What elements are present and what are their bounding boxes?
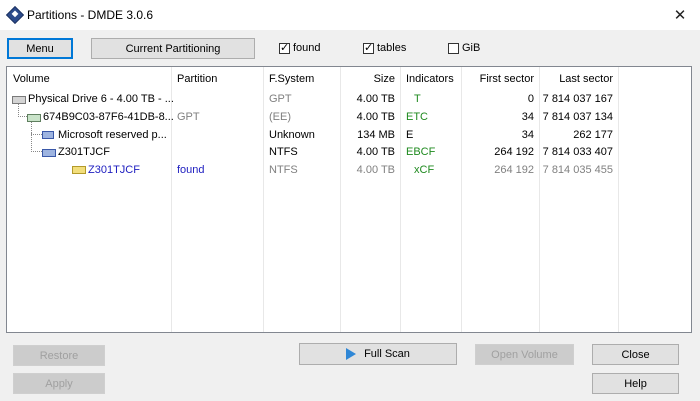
tables-checkbox[interactable]: tables (363, 41, 407, 54)
size-cell: 4.00 TB (356, 146, 395, 158)
menu-button[interactable]: Menu (7, 38, 73, 59)
found-checkbox-box[interactable] (279, 41, 290, 54)
last-sector-cell: 7 814 035 455 (542, 164, 613, 176)
apply-button[interactable]: Apply (13, 373, 105, 394)
drive-icon (12, 96, 26, 104)
unknown-partition-icon (42, 131, 54, 139)
column-divider (171, 67, 172, 332)
column-divider (263, 67, 264, 332)
column-divider (539, 67, 540, 332)
play-icon (346, 348, 357, 360)
fsystem-cell: NTFS (269, 164, 298, 176)
size-cell: 4.00 TB (356, 93, 395, 105)
tables-checkbox-label: tables (377, 42, 407, 54)
fsystem-cell: (EE) (269, 111, 291, 123)
tree-connector (31, 133, 42, 152)
fsystem-cell: NTFS (269, 146, 298, 158)
last-sector-cell: 7 814 037 134 (542, 111, 613, 123)
tables-checkbox-box[interactable] (363, 41, 374, 54)
partition-icon (27, 114, 41, 122)
full-scan-button[interactable]: Full Scan (299, 343, 457, 365)
partition-cell: found (177, 164, 205, 176)
last-sector-cell: 7 814 037 167 (542, 93, 613, 105)
first-sector-cell: 264 192 (494, 164, 534, 176)
indicators-cell: ETC (406, 111, 428, 123)
window-title: Partitions - DMDE 3.0.6 (27, 8, 154, 22)
gib-checkbox-label: GiB (462, 42, 481, 54)
header-first-sector[interactable]: First sector (461, 73, 534, 85)
dmde-app-icon (5, 5, 25, 25)
full-scan-label: Full Scan (364, 348, 410, 360)
header-volume[interactable]: Volume (13, 73, 50, 85)
close-button[interactable]: Close (592, 344, 679, 365)
gib-checkbox[interactable]: GiB (448, 42, 480, 54)
volume-cell: Z301TJCF (88, 164, 140, 176)
window-close-icon[interactable]: ✕ (660, 0, 700, 30)
column-divider (461, 67, 462, 332)
volume-cell: Microsoft reserved p... (58, 129, 167, 141)
open-volume-button[interactable]: Open Volume (475, 344, 574, 365)
header-partition[interactable]: Partition (177, 73, 217, 85)
found-volume-icon (72, 166, 86, 174)
last-sector-cell: 7 814 033 407 (542, 146, 613, 158)
tree-connector (18, 104, 27, 117)
gib-checkbox-box[interactable] (448, 42, 459, 54)
current-partitioning-button[interactable]: Current Partitioning (91, 38, 255, 59)
indicators-cell: E (406, 129, 414, 141)
indicators-cell: T (414, 93, 421, 105)
restore-button[interactable]: Restore (13, 345, 105, 366)
indicators-cell: EBCF (406, 146, 436, 158)
first-sector-cell: 34 (521, 111, 534, 123)
last-sector-cell: 262 177 (573, 129, 613, 141)
first-sector-cell: 264 192 (494, 146, 534, 158)
size-cell: 134 MB (357, 129, 395, 141)
indicators-cell: xCF (414, 164, 435, 176)
ntfs-partition-icon (42, 149, 56, 157)
found-checkbox-label: found (293, 42, 321, 54)
header-fsystem[interactable]: F.System (269, 73, 314, 85)
title-bar: Partitions - DMDE 3.0.6 ✕ (0, 0, 700, 30)
found-checkbox[interactable]: found (279, 41, 321, 54)
volume-cell: Z301TJCF (58, 146, 110, 158)
column-divider (400, 67, 401, 332)
help-button[interactable]: Help (592, 373, 679, 394)
column-divider (340, 67, 341, 332)
header-indicators[interactable]: Indicators (406, 73, 454, 85)
header-size[interactable]: Size (340, 73, 395, 85)
first-sector-cell: 0 (527, 93, 534, 105)
fsystem-cell: GPT (269, 93, 292, 105)
column-divider (618, 67, 619, 332)
first-sector-cell: 34 (521, 129, 534, 141)
size-cell: 4.00 TB (356, 164, 395, 176)
fsystem-cell: Unknown (269, 129, 315, 141)
volume-cell: Physical Drive 6 - 4.00 TB - ... (28, 93, 174, 105)
size-cell: 4.00 TB (356, 111, 395, 123)
header-last-sector[interactable]: Last sector (539, 73, 613, 85)
volume-cell: 674B9C03-87F6-41DB-8... (43, 111, 174, 123)
partitions-table[interactable]: Volume Partition F.System Size Indicator… (6, 66, 692, 333)
partition-cell: GPT (177, 111, 200, 123)
